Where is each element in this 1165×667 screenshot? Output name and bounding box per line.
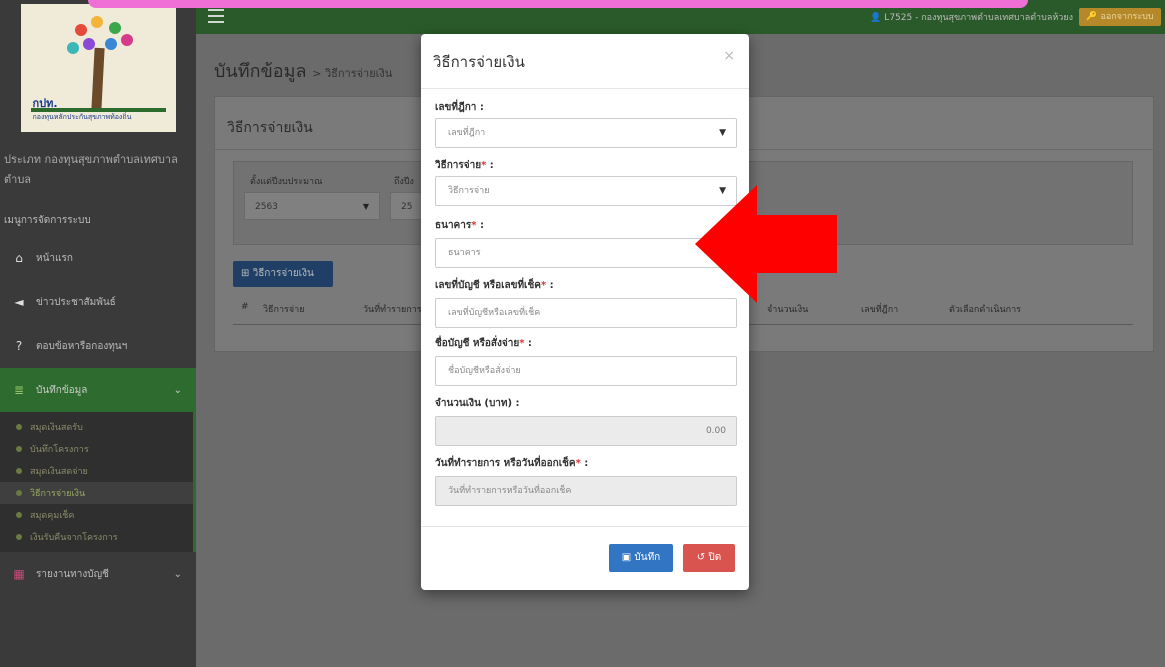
dot-icon [16, 490, 22, 496]
dot-icon [16, 534, 22, 540]
sidebar-item-label: ข่าวประชาสัมพันธ์ [36, 296, 116, 308]
megaphone-icon: ◄ [14, 295, 24, 309]
add-button-label: วิธีการจ่ายเงิน [252, 268, 314, 279]
plus-square-icon: ⊞ [241, 268, 250, 279]
save-button-label: บันทึก [634, 552, 661, 563]
close-button[interactable]: ↺ ปิด [683, 544, 735, 572]
filter-from-select[interactable]: 2563 ▼ [244, 192, 380, 220]
sidebar-subitem-label: วิธีการจ่ายเงิน [30, 489, 86, 499]
caret-down-icon: ▼ [719, 128, 726, 138]
dot-icon [16, 468, 22, 474]
voucher-number-label: เลขที่ฎีกา : [435, 102, 484, 113]
undo-icon: ↺ [696, 552, 706, 563]
question-icon: ? [15, 339, 23, 353]
sidebar-subitem-label: สมุดคุมเช็ค [30, 511, 75, 521]
logo-area: กปท. กองทุนหลักประกันสุขภาพท้องถิ่น [0, 0, 196, 136]
modal-title: วิธีการจ่ายเงิน [433, 53, 525, 71]
sidebar-item-faq[interactable]: ? ตอบข้อหารือกองทุนฯ [0, 324, 196, 368]
dot-icon [16, 512, 22, 518]
sidebar-subitem-cheque-book[interactable]: สมุดคุมเช็ค [0, 504, 193, 526]
sidebar-subitem-label: เงินรับคืนจากโครงการ [30, 533, 118, 543]
dot-icon [16, 446, 22, 452]
logo-org-name: กองทุนหลักประกันสุขภาพท้องถิ่น [32, 113, 132, 121]
payment-method-select[interactable]: วิธีการจ่าย ▼ [435, 176, 737, 206]
column-header: ตัวเลือกดำเนินการ [949, 305, 1021, 315]
sidebar-item-home[interactable]: ⌂ หน้าแรก [0, 236, 196, 280]
chevron-down-icon: ⌄ [173, 384, 182, 396]
filter-to-label: ถึงปีง [394, 177, 414, 187]
save-button[interactable]: ▣ บันทึก [609, 544, 673, 572]
hamburger-menu-icon[interactable] [208, 9, 224, 23]
account-number-input[interactable]: เลขที่บัญชีหรือเลขที่เช็ค [435, 298, 737, 328]
home-icon: ⌂ [15, 251, 23, 265]
transaction-date-label: วันที่ทำรายการ หรือวันที่ออกเช็ค* : [435, 458, 589, 469]
column-header: วันที่ทำรายการ [363, 305, 422, 315]
card-title: วิธีการจ่ายเงิน [227, 120, 313, 136]
amount-input[interactable]: 0.00 [435, 416, 737, 446]
transaction-date-input[interactable]: วันที่ทำรายการหรือวันที่ออกเช็ค [435, 476, 737, 506]
column-header: เลขที่ฎีกา [861, 305, 899, 315]
column-header: # [241, 302, 249, 312]
add-payment-method-button[interactable]: ⊞ วิธีการจ่ายเงิน [233, 261, 333, 287]
organization-logo: กปท. กองทุนหลักประกันสุขภาพท้องถิ่น [20, 4, 176, 132]
arrow-shape [695, 185, 837, 303]
user-account-label[interactable]: 👤 L7525 - กองทุนสุขภาพตำบลเทศบาลตำบลห้วย… [870, 10, 1073, 24]
page-title-text: บันทึกข้อมูล [214, 61, 307, 82]
sidebar-subitem-cash-payments[interactable]: สมุดเงินสดจ่าย [0, 460, 193, 482]
top-pink-stripe [88, 0, 1028, 8]
account-name-input[interactable]: ชื่อบัญชีหรือสั่งจ่าย [435, 356, 737, 386]
sidebar-submenu: สมุดเงินสดรับ บันทึกโครงการ สมุดเงินสดจ่… [0, 412, 196, 552]
red-arrow-annotation [695, 185, 837, 303]
breadcrumb: > วิธีการจ่ายเงิน [312, 67, 393, 80]
close-button-label: ปิด [708, 552, 722, 563]
dot-icon [16, 424, 22, 430]
sidebar-item-label: บันทึกข้อมูล [36, 384, 88, 396]
amount-label: จำนวนเงิน (บาท) : [435, 398, 520, 409]
logo-abbreviation: กปท. [32, 97, 58, 110]
bank-input[interactable]: ธนาคาร [435, 238, 737, 268]
caret-down-icon: ▼ [362, 202, 369, 211]
sidebar-item-label: ตอบข้อหารือกองทุนฯ [36, 340, 128, 352]
entity-name: ประเภท กองทุนสุขภาพตำบลเทศบาลตำบล [4, 153, 178, 186]
sidebar-item-label: หน้าแรก [36, 252, 73, 264]
column-header: จำนวนเงิน [767, 305, 809, 315]
menu-heading: เมนูการจัดการระบบ [4, 215, 91, 226]
filter-to-value: 25 [401, 202, 413, 212]
account-number-label: เลขที่บัญชี หรือเลขที่เช็ค* : [435, 280, 554, 291]
floppy-disk-icon: ▣ [621, 552, 632, 563]
column-header: วิธีการจ่าย [263, 305, 305, 315]
table-icon: ▦ [13, 567, 25, 581]
sidebar-subitem-payment-method[interactable]: วิธีการจ่ายเงิน [0, 482, 193, 504]
sidebar-subitem-label: สมุดเงินสดรับ [30, 423, 83, 433]
voucher-number-value: เลขที่ฎีกา [448, 128, 486, 138]
bank-label: ธนาคาร* : [435, 220, 484, 231]
database-icon: ≣ [13, 383, 25, 397]
filter-from-value: 2563 [255, 202, 278, 212]
logout-button[interactable]: 🔑 ออกจากระบบ [1079, 8, 1161, 26]
account-name-label: ชื่อบัญชี หรือสั่งจ่าย* : [435, 338, 532, 349]
sidebar-subitem-projects[interactable]: บันทึกโครงการ [0, 438, 193, 460]
payment-method-value: วิธีการจ่าย [448, 186, 490, 196]
sidebar-item-label: รายงานทางบัญชี [36, 568, 109, 580]
close-icon[interactable]: × [723, 48, 735, 64]
sidebar-subitem-label: บันทึกโครงการ [30, 445, 89, 455]
sidebar-item-accounting-report[interactable]: ▦ รายงานทางบัญชี ⌄ [0, 552, 196, 596]
payment-method-label: วิธีการจ่าย* : [435, 160, 494, 171]
sidebar-subitem-project-refund[interactable]: เงินรับคืนจากโครงการ [0, 526, 193, 548]
payment-method-modal: วิธีการจ่ายเงิน × เลขที่ฎีกา : เลขที่ฎีก… [421, 34, 749, 590]
filter-from-label: ตั้งแต่ปีงบประมาณ [250, 177, 323, 187]
chevron-down-icon: ⌄ [173, 568, 182, 580]
sidebar: กปท. กองทุนหลักประกันสุขภาพท้องถิ่น ประเ… [0, 0, 196, 667]
voucher-number-select[interactable]: เลขที่ฎีกา ▼ [435, 118, 737, 148]
sidebar-item-record-data[interactable]: ≣ บันทึกข้อมูล ⌄ [0, 368, 196, 412]
sidebar-item-news[interactable]: ◄ ข่าวประชาสัมพันธ์ [0, 280, 196, 324]
sidebar-subitem-cash-receipts[interactable]: สมุดเงินสดรับ [0, 416, 193, 438]
sidebar-subitem-label: สมุดเงินสดจ่าย [30, 467, 88, 477]
page-title: บันทึกข้อมูล > วิธีการจ่ายเงิน [214, 56, 392, 85]
